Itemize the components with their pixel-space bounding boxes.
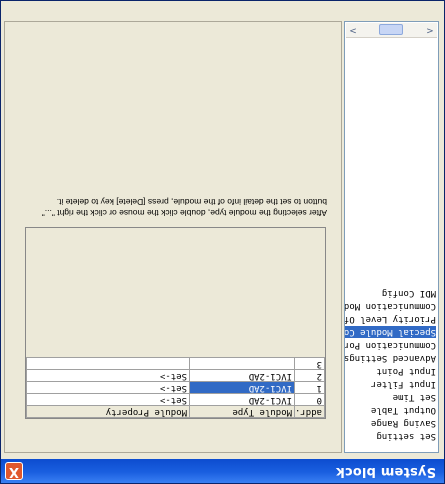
sidebar-item[interactable]: Communication Modules — [344, 300, 436, 312]
window-title: System block — [335, 464, 436, 479]
table-row[interactable]: 0 IVC1-2AD Set-> — [26, 393, 325, 406]
help-text: After selecting the module type, double … — [17, 196, 327, 218]
sidebar-item[interactable]: Input Filter — [345, 378, 436, 390]
table-row[interactable]: 1 IVC1-2AD Set-> — [26, 381, 325, 394]
sidebar-item[interactable]: MDI Config — [345, 287, 436, 299]
scroll-left-icon[interactable]: < — [423, 23, 437, 37]
horizontal-scrollbar[interactable]: < > — [346, 23, 437, 38]
cell-module-type[interactable]: IVC1-2AD — [189, 393, 295, 406]
cell-module-property[interactable]: Set-> — [26, 381, 190, 394]
module-config-panel: addr. Module Type Module Property 0 IVC1-… — [4, 21, 342, 453]
sidebar-item[interactable]: Output Table — [345, 404, 436, 416]
close-icon: X — [8, 464, 20, 479]
table-empty-area — [26, 233, 325, 357]
help-text-line1: After selecting the module type, double … — [41, 208, 327, 218]
title-bar[interactable]: System block X — [1, 459, 444, 483]
sidebar-item[interactable]: Set Time — [345, 391, 436, 403]
sidebar-item[interactable]: Set setting — [345, 430, 436, 442]
header-module-type: Module Type — [189, 405, 295, 418]
sidebar-item[interactable]: Communication Port — [344, 339, 436, 351]
header-module-property: Module Property — [26, 405, 190, 418]
cell-module-type[interactable] — [189, 357, 295, 370]
scroll-thumb[interactable] — [379, 24, 403, 35]
cell-module-type[interactable]: IVC1-2AD — [189, 369, 295, 382]
cell-module-property[interactable] — [26, 357, 190, 370]
cell-addr[interactable]: 3 — [294, 357, 325, 370]
sidebar-item[interactable]: Special Module Configu — [344, 326, 436, 338]
sidebar-item[interactable]: Advanced Settings — [344, 352, 436, 364]
cell-addr[interactable]: 2 — [294, 369, 325, 382]
sidebar-item[interactable]: Saving Range — [345, 417, 436, 429]
sidebar-item[interactable]: Priority Level Of Inte — [344, 313, 436, 325]
cell-module-property[interactable]: Set-> — [26, 393, 190, 406]
sidebar-item[interactable]: Input Point — [345, 365, 436, 377]
module-table: addr. Module Type Module Property 0 IVC1-… — [25, 227, 326, 419]
header-addr: addr. — [294, 405, 325, 418]
system-block-window: System block X Set setting Saving Range Ou… — [0, 0, 445, 484]
table-row[interactable]: 2 IVC1-2AD Set-> — [26, 369, 325, 382]
table-header-row: addr. Module Type Module Property — [26, 405, 325, 418]
table-row[interactable]: 3 — [26, 357, 325, 370]
cell-module-type[interactable]: IVC1-2AD — [189, 381, 295, 394]
cell-module-property[interactable]: Set-> — [26, 369, 190, 382]
cell-addr[interactable]: 1 — [294, 381, 325, 394]
scroll-right-icon[interactable]: > — [346, 23, 360, 37]
help-text-line2: button to set the detail info of the mod… — [56, 197, 327, 207]
settings-tree[interactable]: Set setting Saving Range Output Table Set T… — [344, 21, 439, 453]
close-button[interactable]: X — [5, 462, 23, 480]
cell-addr[interactable]: 0 — [294, 393, 325, 406]
